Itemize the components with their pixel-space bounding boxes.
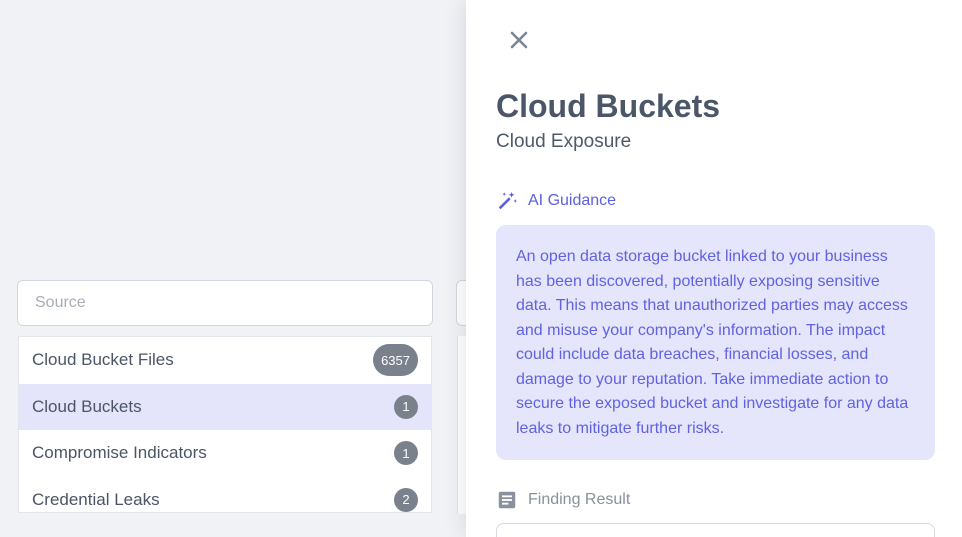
count-badge: 1 bbox=[394, 394, 418, 419]
finding-detail-drawer: Cloud Buckets Cloud Exposure AI Guidance… bbox=[466, 0, 962, 537]
source-list: Cloud Bucket Files 6357 Cloud Buckets 1 … bbox=[18, 336, 432, 513]
source-list-item-cloud-buckets[interactable]: Cloud Buckets 1 bbox=[19, 383, 431, 430]
count-badge: 6357 bbox=[373, 344, 418, 377]
source-item-label: Credential Leaks bbox=[32, 489, 160, 509]
ai-guidance-header: AI Guidance bbox=[496, 190, 616, 212]
count-badge: 2 bbox=[394, 487, 418, 512]
source-item-label: Cloud Bucket Files bbox=[32, 350, 174, 370]
source-item-label: Cloud Buckets bbox=[32, 396, 142, 416]
source-list-item-credential-leaks[interactable]: Credential Leaks 2 bbox=[19, 477, 431, 513]
finding-result-panel bbox=[496, 523, 935, 537]
source-list-item-cloud-bucket-files[interactable]: Cloud Bucket Files 6357 bbox=[19, 337, 431, 384]
finding-result-header: Finding Result bbox=[496, 489, 630, 511]
source-item-label: Compromise Indicators bbox=[32, 443, 207, 463]
source-search-input[interactable] bbox=[17, 280, 433, 326]
source-list-item-compromise-indicators[interactable]: Compromise Indicators 1 bbox=[19, 430, 431, 477]
finding-result-title: Finding Result bbox=[528, 491, 631, 508]
notes-icon bbox=[498, 491, 516, 509]
close-button[interactable] bbox=[506, 27, 532, 53]
drawer-subtitle: Cloud Exposure bbox=[496, 131, 632, 152]
app-screen: Cloud Bucket Files 6357 Cloud Buckets 1 … bbox=[0, 0, 962, 537]
drawer-title: Cloud Buckets bbox=[496, 88, 721, 124]
ai-guidance-text: An open data storage bucket linked to yo… bbox=[496, 225, 935, 460]
count-badge: 1 bbox=[394, 441, 418, 466]
magic-wand-icon bbox=[498, 191, 518, 210]
ai-guidance-title: AI Guidance bbox=[528, 192, 617, 209]
close-icon bbox=[510, 31, 528, 49]
